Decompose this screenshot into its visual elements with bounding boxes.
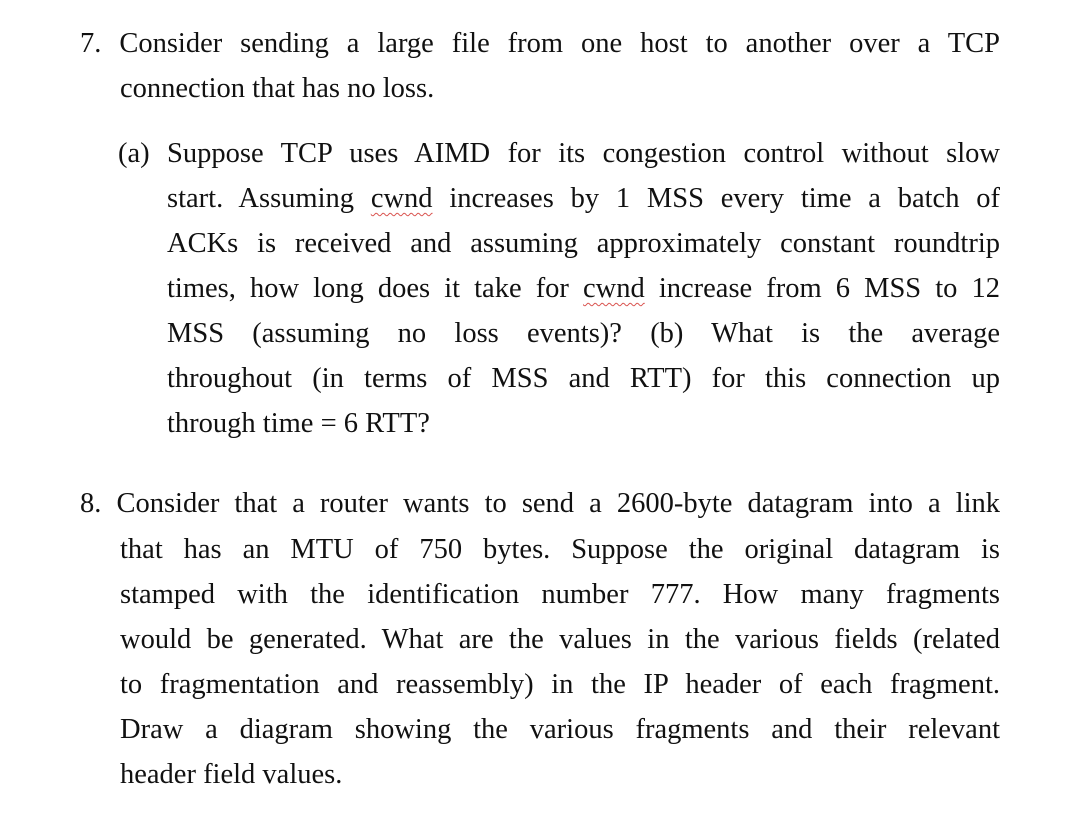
q8-line-1: 8. Consider that a router wants to send … bbox=[80, 487, 1000, 521]
q7-line-1: 7. Consider sending a large file from on… bbox=[80, 27, 1000, 61]
q8-line-3: stamped with the identification number 7… bbox=[120, 579, 1000, 610]
q8-text-1: Consider that a router wants to send a 2… bbox=[116, 488, 1000, 519]
q7a-line-6: throughout (in terms of MSS and RTT) for… bbox=[167, 363, 1000, 394]
q7a-text-2b: increases by 1 MSS every time a batch of bbox=[432, 183, 1000, 214]
spellcheck-flagged-word[interactable]: cwnd bbox=[583, 273, 645, 304]
q7a-line-2: start. Assuming cwnd increases by 1 MSS … bbox=[167, 182, 1000, 216]
q7-line-2: connection that has no loss. bbox=[120, 73, 435, 104]
q7-text-1: Consider sending a large file from one h… bbox=[119, 28, 1001, 59]
q7a-line-4: times, how long does it take for cwnd in… bbox=[167, 272, 1000, 306]
q8-line-2: that has an MTU of 750 bytes. Suppose th… bbox=[120, 534, 1000, 565]
q7a-text-4a: times, how long does it take for bbox=[167, 273, 584, 304]
q7a-line-3: ACKs is received and assuming approximat… bbox=[167, 228, 1000, 259]
q8-line-7: header field values. bbox=[120, 759, 343, 790]
q7-number: 7. bbox=[80, 28, 102, 59]
q7a-text-2a: start. Assuming bbox=[167, 183, 371, 214]
q7a-line-7: through time = 6 RTT? bbox=[167, 408, 430, 439]
q8-number: 8. bbox=[80, 488, 102, 519]
q8-line-6: Draw a diagram showing the various fragm… bbox=[120, 714, 1000, 745]
q8-line-5: to fragmentation and reassembly) in the … bbox=[120, 669, 1000, 700]
q7a-line-5: MSS (assuming no loss events)? (b) What … bbox=[167, 318, 1000, 349]
q7a-text-4b: increase from 6 MSS to 12 bbox=[644, 273, 1000, 304]
q8-line-4: would be generated. What are the values … bbox=[120, 624, 1000, 655]
q7a-line-1: (a) Suppose TCP uses AIMD for its conges… bbox=[118, 138, 1000, 169]
spellcheck-flagged-word[interactable]: cwnd bbox=[371, 183, 433, 214]
